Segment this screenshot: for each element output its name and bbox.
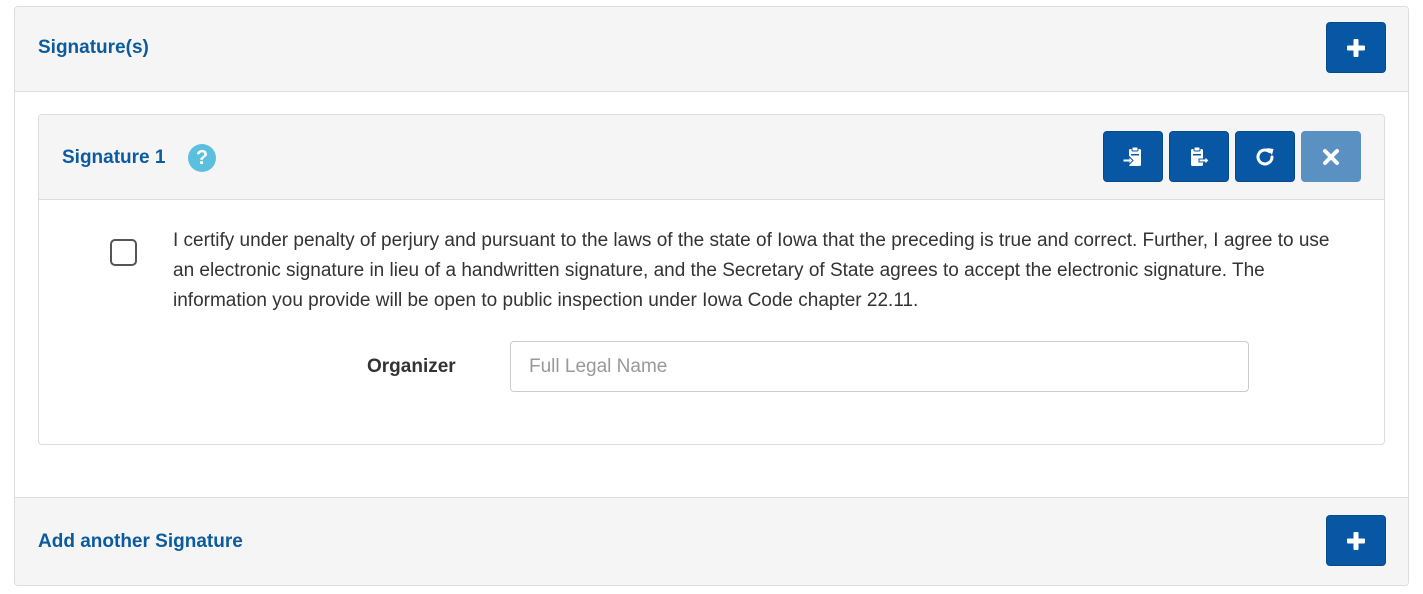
plus-icon	[1347, 38, 1365, 57]
add-another-signature-button[interactable]	[1326, 515, 1386, 566]
full-legal-name-input[interactable]	[510, 341, 1249, 392]
certification-text: I certify under penalty of perjury and p…	[173, 230, 1330, 311]
question-circle-icon[interactable]: ?	[188, 144, 216, 172]
signatures-panel-title: Signature(s)	[38, 37, 149, 58]
certify-checkbox[interactable]	[110, 239, 137, 266]
add-another-signature-link[interactable]: Add another Signature	[38, 531, 243, 553]
paste-from-clipboard-icon	[1191, 146, 1210, 166]
remove-signature-button[interactable]	[1301, 131, 1361, 182]
add-signature-button[interactable]	[1326, 22, 1386, 73]
signatures-panel-heading: Signature(s)	[15, 7, 1408, 92]
add-another-signature-heading: Add another Signature	[15, 497, 1408, 585]
plus-icon	[1347, 531, 1365, 550]
reset-signature-button[interactable]	[1235, 131, 1295, 182]
signature-card: Signature 1 ? I certify under penalty of…	[38, 114, 1385, 445]
paste-signature-button[interactable]	[1169, 131, 1229, 182]
copy-to-clipboard-icon	[1122, 146, 1141, 166]
organizer-label: Organizer	[367, 356, 456, 377]
signature-title: Signature 1	[62, 147, 166, 168]
signature-card-heading: Signature 1 ?	[39, 115, 1384, 200]
copy-signature-button[interactable]	[1103, 131, 1163, 182]
refresh-icon	[1256, 147, 1274, 165]
remove-icon	[1323, 148, 1339, 165]
signatures-panel: Signature(s) Signature 1 ? I certify und…	[14, 6, 1409, 586]
